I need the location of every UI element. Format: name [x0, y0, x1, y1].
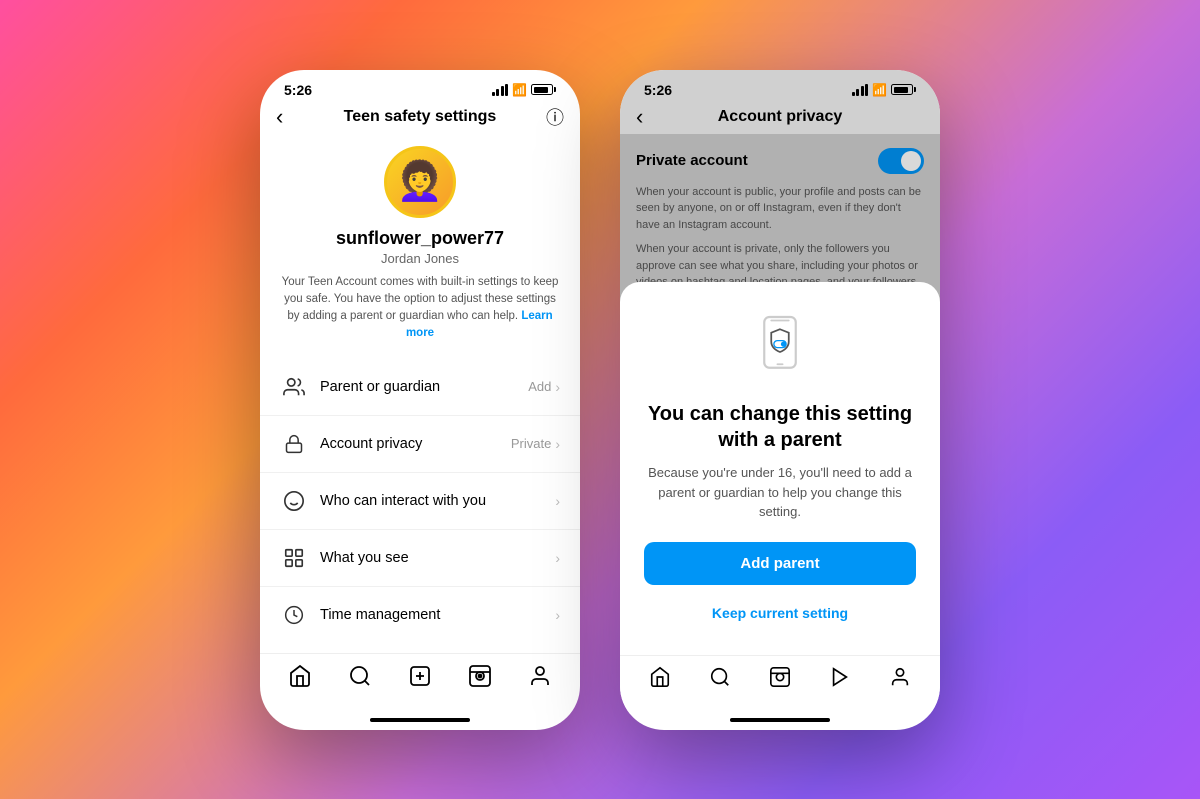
- time-right: ›: [555, 607, 560, 623]
- chevron-icon: ›: [555, 379, 560, 395]
- chevron-icon: ›: [555, 493, 560, 509]
- back-button-1[interactable]: ‹: [276, 104, 283, 130]
- profile-section: 👩‍🦱 sunflower_power77 Jordan Jones Your …: [260, 134, 580, 351]
- time-1: 5:26: [284, 82, 312, 98]
- time-2: 5:26: [644, 82, 672, 98]
- back-button-2[interactable]: ‹: [636, 104, 643, 130]
- home-nav-icon[interactable]: [288, 664, 312, 694]
- phone-1: 5:26 📶 ‹ Teen safety settings ⓘ 👩‍🦱 sunf…: [260, 70, 580, 730]
- home-nav-icon-2[interactable]: [649, 666, 671, 694]
- modal-desc: Because you're under 16, you'll need to …: [644, 463, 916, 522]
- parent-label: Parent or guardian: [320, 379, 528, 395]
- profile-nav-icon-2[interactable]: [889, 666, 911, 694]
- interact-icon: [280, 487, 308, 515]
- teen-account-desc: Your Teen Account comes with built-in se…: [280, 274, 560, 343]
- modal-card: You can change this setting with a paren…: [620, 282, 940, 655]
- menu-item-interact[interactable]: Who can interact with you ›: [260, 473, 580, 530]
- menu-item-see[interactable]: What you see ›: [260, 530, 580, 587]
- status-bar-1: 5:26 📶: [260, 70, 580, 102]
- modal-title: You can change this setting with a paren…: [644, 401, 916, 453]
- status-icons-2: 📶: [852, 83, 916, 97]
- home-indicator-2: [730, 718, 830, 722]
- search-nav-icon-2[interactable]: [709, 666, 731, 694]
- interact-label: Who can interact with you: [320, 493, 555, 509]
- search-nav-icon[interactable]: [348, 664, 372, 694]
- modal-overlay: You can change this setting with a paren…: [620, 134, 940, 655]
- chevron-icon: ›: [555, 436, 560, 452]
- signal-icon-2: [852, 84, 869, 96]
- signal-icon: [492, 84, 509, 96]
- profile-nav-icon[interactable]: [528, 664, 552, 694]
- home-indicator-1: [370, 718, 470, 722]
- see-right: ›: [555, 550, 560, 566]
- wifi-icon-2: 📶: [872, 83, 887, 97]
- privacy-label: Account privacy: [320, 436, 511, 452]
- battery-icon-2: [891, 84, 916, 95]
- shield-phone-icon: [745, 310, 815, 380]
- menu-item-privacy[interactable]: Account privacy Private ›: [260, 416, 580, 473]
- privacy-content: Private account When your account is pub…: [620, 134, 940, 655]
- menu-item-parent[interactable]: Parent or guardian Add ›: [260, 359, 580, 416]
- privacy-right: Private ›: [511, 436, 560, 452]
- reels-nav-icon[interactable]: [468, 664, 492, 694]
- time-label: Time management: [320, 607, 555, 623]
- lock-icon: [280, 430, 308, 458]
- add-parent-button[interactable]: Add parent: [644, 542, 916, 585]
- nav-bar-2: ‹ Account privacy: [620, 102, 940, 134]
- page-title-2: Account privacy: [718, 108, 842, 126]
- menu-item-time[interactable]: Time management ›: [260, 587, 580, 643]
- page-title-1: Teen safety settings: [344, 108, 497, 126]
- see-label: What you see: [320, 550, 555, 566]
- status-icons-1: 📶: [492, 83, 556, 97]
- phone-2: 5:26 📶 ‹ Account privacy Private account…: [620, 70, 940, 730]
- nav-bar-1: ‹ Teen safety settings ⓘ: [260, 102, 580, 134]
- status-bar-2: 5:26 📶: [620, 70, 940, 102]
- chevron-icon: ›: [555, 607, 560, 623]
- reels-nav-icon-2[interactable]: [769, 666, 791, 694]
- avatar-image: 👩‍🦱: [396, 163, 443, 201]
- info-button-1[interactable]: ⓘ: [546, 104, 564, 130]
- fullname: Jordan Jones: [381, 251, 459, 266]
- see-icon: [280, 544, 308, 572]
- wifi-icon: 📶: [512, 83, 527, 97]
- time-icon: [280, 601, 308, 629]
- modal-icon-container: [644, 310, 916, 385]
- play-nav-icon-2[interactable]: [829, 666, 851, 694]
- battery-icon: [531, 84, 556, 95]
- avatar: 👩‍🦱: [384, 146, 456, 218]
- bottom-nav-2: [620, 655, 940, 714]
- bottom-nav-1: [260, 653, 580, 714]
- chevron-icon: ›: [555, 550, 560, 566]
- menu-list: Parent or guardian Add › Account privacy…: [260, 351, 580, 653]
- username: sunflower_power77: [336, 228, 504, 249]
- keep-setting-button[interactable]: Keep current setting: [644, 595, 916, 631]
- add-nav-icon[interactable]: [408, 664, 432, 694]
- parent-right: Add ›: [528, 379, 560, 395]
- interact-right: ›: [555, 493, 560, 509]
- parent-icon: [280, 373, 308, 401]
